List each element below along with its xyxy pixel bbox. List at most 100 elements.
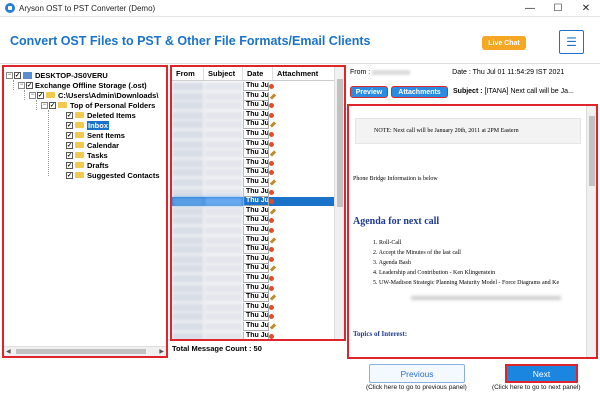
table-row[interactable]: Thu Ju <box>172 82 336 91</box>
app-header: Convert OST Files to PST & Other File Fo… <box>0 18 600 64</box>
table-row[interactable]: Thu Ju <box>172 254 336 264</box>
table-row[interactable]: Thu Ju <box>172 331 336 339</box>
sender-blurred <box>172 139 204 149</box>
attachment-icon <box>269 333 274 339</box>
table-row[interactable]: Thu Ju <box>172 139 336 149</box>
checkbox[interactable]: ✓ <box>26 81 33 89</box>
scroll-right-icon[interactable]: ▶ <box>159 348 164 355</box>
table-row[interactable]: Thu Ju <box>172 264 336 274</box>
table-row[interactable]: Thu Ju <box>172 206 336 216</box>
live-chat-button[interactable]: Live Chat <box>482 36 526 50</box>
table-row[interactable]: Thu Ju <box>172 110 336 120</box>
checkbox[interactable]: ✓ <box>66 161 73 169</box>
scroll-thumb[interactable] <box>16 349 146 354</box>
collapse-icon[interactable]: − <box>29 91 36 99</box>
paperclip-icon <box>269 294 277 301</box>
tree-node-calendar[interactable]: ✓ Calendar <box>66 140 119 150</box>
subject-blurred <box>204 120 243 130</box>
previous-button[interactable]: Previous <box>369 364 465 383</box>
table-row[interactable]: Thu Ju <box>172 293 336 303</box>
paperclip-icon <box>269 208 277 215</box>
checkbox[interactable]: ✓ <box>66 141 73 149</box>
checkbox[interactable]: ✓ <box>66 121 73 129</box>
checkbox[interactable]: ✓ <box>49 101 56 109</box>
preview-scrollbar[interactable] <box>586 106 596 357</box>
tree-horizontal-scrollbar[interactable]: ◀ ▶ <box>4 346 166 356</box>
table-row[interactable]: Thu Ju <box>172 245 336 255</box>
column-subject[interactable]: Subject <box>204 67 243 80</box>
close-button[interactable]: ✕ <box>572 0 600 17</box>
checkbox[interactable]: ✓ <box>66 151 73 159</box>
tree-node-deleted-items[interactable]: ✓ Deleted Items <box>66 110 136 120</box>
checkbox[interactable]: ✓ <box>14 71 21 79</box>
attachment-cell <box>269 312 274 321</box>
tree-node-tasks[interactable]: ✓ Tasks <box>66 150 108 160</box>
column-date[interactable]: Date <box>243 67 273 80</box>
table-row[interactable]: Thu Ju <box>172 158 336 168</box>
collapse-icon[interactable]: − <box>6 71 13 79</box>
column-attachment[interactable]: Attachment <box>273 67 336 80</box>
tree-node-desktop[interactable]: − ✓ DESKTOP-JS0VERU <box>6 70 108 80</box>
attachment-icon <box>269 189 274 195</box>
minimize-button[interactable]: — <box>516 0 544 17</box>
maximize-button[interactable]: ☐ <box>544 0 572 17</box>
table-row[interactable]: Thu Ju <box>172 226 336 235</box>
next-hint: (Click here to go to next panel) <box>492 384 581 391</box>
tree-node-path[interactable]: − ✓ C:\Users\Admin\Downloads\ <box>29 90 158 100</box>
checkbox[interactable]: ✓ <box>66 111 73 119</box>
scroll-left-icon[interactable]: ◀ <box>6 348 11 355</box>
tree-node-ost[interactable]: − ✓ Exchange Offline Storage (.ost) <box>18 80 147 90</box>
next-button[interactable]: Next <box>505 364 578 383</box>
table-row[interactable]: Thu Ju <box>172 130 336 139</box>
tree-label: Deleted Items <box>87 110 136 120</box>
subject-blurred <box>204 235 243 245</box>
table-row[interactable]: Thu Ju <box>172 101 336 111</box>
topics-heading: Topics of Interest: <box>353 330 408 338</box>
subject-blurred <box>204 226 243 235</box>
sender-blurred <box>172 283 204 293</box>
collapse-icon[interactable]: − <box>41 101 48 109</box>
bridge-text: Phone Bridge Information is below <box>353 176 438 182</box>
table-row[interactable]: Thu Ju <box>172 197 336 207</box>
subject-blurred <box>204 82 243 91</box>
table-row[interactable]: Thu Ju <box>172 283 336 293</box>
table-row[interactable]: Thu Ju <box>172 322 336 331</box>
message-list-scrollbar[interactable] <box>334 67 344 339</box>
subject-blurred <box>204 149 243 159</box>
menu-button[interactable]: ☰ <box>559 30 584 54</box>
table-row[interactable]: Thu Ju <box>172 216 336 226</box>
table-row[interactable]: Thu Ju <box>172 235 336 245</box>
scroll-thumb[interactable] <box>337 79 343 207</box>
table-row[interactable]: Thu Ju <box>172 274 336 283</box>
note-text: NOTE: Next call will be January 20th, 20… <box>374 128 519 134</box>
table-row[interactable]: Thu Ju <box>172 178 336 187</box>
paperclip-icon <box>269 236 277 244</box>
table-row[interactable]: Thu Ju <box>172 91 336 101</box>
checkbox[interactable]: ✓ <box>37 91 44 99</box>
checkbox[interactable]: ✓ <box>66 171 73 179</box>
scroll-thumb[interactable] <box>589 116 595 186</box>
tree-node-suggested-contacts[interactable]: ✓ Suggested Contacts <box>66 170 160 180</box>
table-row[interactable]: Thu Ju <box>172 168 336 178</box>
column-from[interactable]: From <box>172 67 204 80</box>
row-date: Thu Ju <box>243 130 269 139</box>
attachment-icon <box>269 247 274 253</box>
tab-attachments[interactable]: Attachments <box>391 86 448 98</box>
tree-node-drafts[interactable]: ✓ Drafts <box>66 160 109 170</box>
tree-node-inbox[interactable]: ✓ Inbox <box>66 120 109 130</box>
collapse-icon[interactable]: − <box>18 81 25 89</box>
row-date: Thu Ju <box>243 168 269 178</box>
table-row[interactable]: Thu Ju <box>172 312 336 322</box>
subject-blurred <box>204 139 243 149</box>
table-row[interactable]: Thu Ju <box>172 149 336 159</box>
subject-blurred <box>204 216 243 226</box>
folder-icon <box>75 112 84 118</box>
table-row[interactable]: Thu Ju <box>172 302 336 312</box>
tab-preview[interactable]: Preview <box>350 86 388 98</box>
tree-node-top-folders[interactable]: − ✓ Top of Personal Folders <box>41 100 155 110</box>
table-row[interactable]: Thu Ju <box>172 120 336 130</box>
checkbox[interactable]: ✓ <box>66 131 73 139</box>
sender-blurred <box>172 197 204 207</box>
table-row[interactable]: Thu Ju <box>172 187 336 197</box>
tree-node-sent-items[interactable]: ✓ Sent Items <box>66 130 125 140</box>
